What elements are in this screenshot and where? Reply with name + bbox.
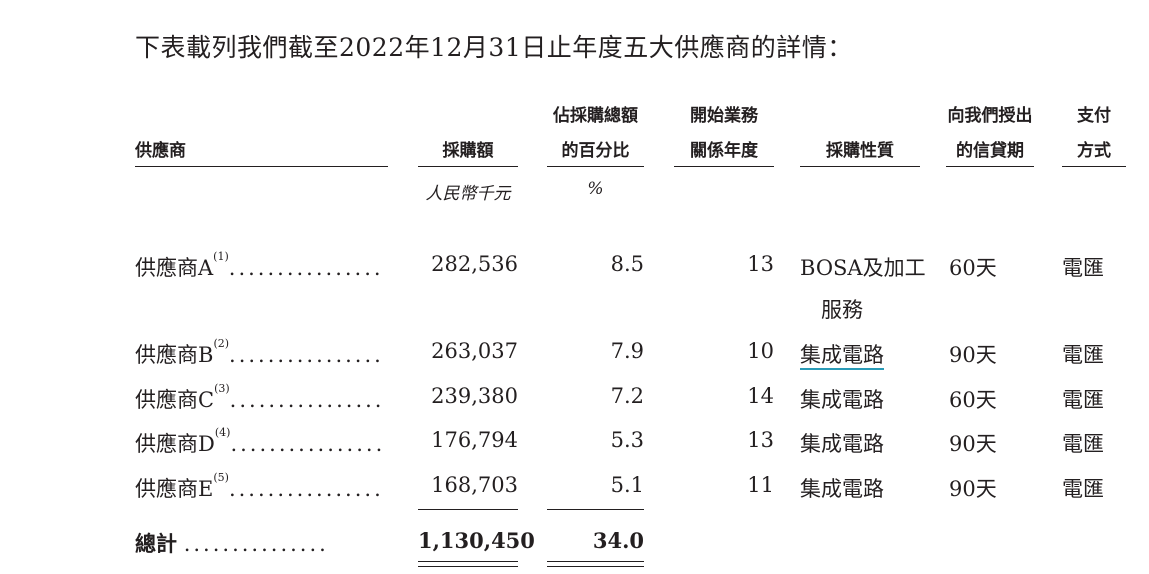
- table-row-c-payment: 電匯: [1062, 388, 1104, 412]
- table-row-b-name: 供應商B(2)................: [135, 337, 384, 367]
- unit-pct: %: [587, 179, 604, 199]
- total-row-pct: 34.0: [592, 528, 644, 553]
- table-row-b-nature-link[interactable]: 集成電路: [800, 339, 884, 370]
- table-row-a-years: 13: [747, 252, 774, 276]
- table-row-b-credit: 90天: [949, 343, 997, 367]
- table-row-d-name: 供應商D(4)................: [135, 426, 386, 456]
- table-row-b-amount: 263,037: [431, 339, 518, 363]
- total-double-rule-amount: [418, 561, 518, 567]
- header-supplier: 供應商: [135, 141, 186, 161]
- table-row-c-name: 供應商C(3)................: [135, 382, 385, 412]
- total-row-amount: 1,130,450: [418, 528, 535, 553]
- table-row-a-credit: 60天: [949, 256, 997, 280]
- table-row-d-pct: 5.3: [610, 428, 644, 452]
- header-pay-line2: 方式: [1077, 141, 1111, 161]
- table-row-c-credit: 60天: [949, 388, 997, 412]
- table-row-d-nature: 集成電路: [800, 432, 884, 456]
- header-pay-underline: [1062, 166, 1126, 167]
- header-pct-line1: 佔採購總額: [553, 106, 638, 126]
- header-nature-underline: [800, 166, 920, 167]
- header-years-underline: [674, 166, 774, 167]
- table-row-c-nature: 集成電路: [800, 388, 884, 412]
- header-amount: 採購額: [442, 141, 494, 161]
- header-amount-underline: [418, 166, 518, 167]
- header-credit-line1: 向我們授出: [947, 106, 1033, 126]
- header-credit-underline: [946, 166, 1034, 167]
- table-row-e-payment: 電匯: [1062, 477, 1104, 501]
- table-row-e-amount: 168,703: [431, 473, 518, 497]
- table-row-e-years: 11: [747, 473, 774, 497]
- header-pct-underline: [547, 166, 644, 167]
- table-row-d-payment: 電匯: [1062, 432, 1104, 456]
- table-row-a-nature-line2: 服務: [821, 298, 863, 322]
- table-row-d-years: 13: [747, 428, 774, 452]
- table-row-e-credit: 90天: [949, 477, 997, 501]
- table-row-d-credit: 90天: [949, 432, 997, 456]
- header-credit-line2: 的信貸期: [956, 141, 1024, 161]
- intro-text: 下表載列我們截至2022年12月31日止年度五大供應商的詳情：: [135, 33, 853, 62]
- table-row-e-nature: 集成電路: [800, 477, 884, 501]
- table-row-a-pct: 8.5: [610, 252, 644, 276]
- total-row-label: 總計 ...............: [135, 531, 329, 556]
- header-nature: 採購性質: [826, 141, 894, 161]
- total-double-rule-pct: [547, 561, 644, 567]
- table-row-a-name: 供應商A(1)................: [135, 250, 384, 280]
- subtotal-rule-pct: [547, 509, 644, 510]
- header-pct-line2: 的百分比: [561, 141, 630, 161]
- table-row-c-years: 14: [747, 384, 774, 408]
- header-years-line1: 開始業務: [690, 106, 758, 126]
- table-row-a-payment: 電匯: [1062, 256, 1104, 280]
- unit-amount: 人民幣千元: [425, 184, 511, 204]
- header-pay-line1: 支付: [1077, 106, 1111, 126]
- subtotal-rule-amount: [418, 509, 518, 510]
- table-row-b-pct: 7.9: [610, 339, 644, 363]
- table-row-a-nature-line1: BOSA及加工: [800, 256, 926, 280]
- table-row-b-payment: 電匯: [1062, 343, 1104, 367]
- table-row-d-amount: 176,794: [431, 428, 518, 452]
- table-row-c-pct: 7.2: [610, 384, 644, 408]
- table-row-e-name: 供應商E(5)................: [135, 471, 384, 501]
- header-years-line2: 關係年度: [690, 141, 758, 161]
- table-row-b-years: 10: [747, 339, 774, 363]
- table-row-a-amount: 282,536: [431, 252, 518, 276]
- header-supplier-underline: [135, 166, 388, 167]
- table-row-e-pct: 5.1: [610, 473, 644, 497]
- table-row-c-amount: 239,380: [431, 384, 518, 408]
